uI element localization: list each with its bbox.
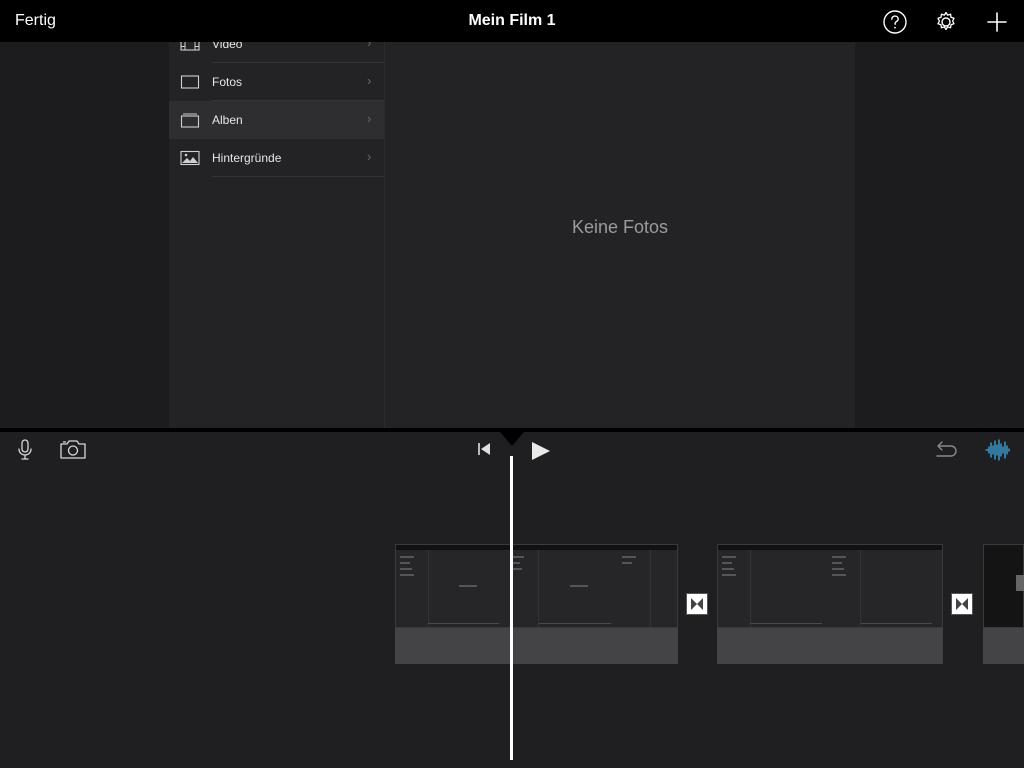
audio-waveform-icon[interactable] — [985, 438, 1011, 462]
photo-frame-icon — [180, 74, 200, 90]
left-margin — [0, 42, 169, 428]
undo-icon[interactable] — [933, 440, 959, 460]
sidebar-item-video[interactable]: Video › — [169, 42, 384, 63]
sidebar-item-backgrounds[interactable]: Hintergründe › — [169, 139, 384, 177]
media-browser: Video › Fotos › Alben › Hintergründe › K… — [0, 42, 1024, 428]
sidebar-item-label: Fotos — [212, 75, 243, 89]
timeline-clip[interactable] — [395, 544, 678, 664]
timeline-clip[interactable] — [717, 544, 943, 664]
right-margin — [855, 42, 1024, 428]
help-icon[interactable] — [882, 9, 908, 35]
landscape-icon — [180, 150, 200, 166]
transition-icon[interactable] — [686, 593, 708, 615]
gear-icon[interactable] — [933, 9, 959, 35]
skip-to-start-icon[interactable] — [476, 441, 492, 457]
play-icon[interactable] — [530, 440, 552, 462]
timeline[interactable] — [0, 432, 1024, 768]
top-bar: Fertig Mein Film 1 — [0, 0, 1024, 42]
media-content: Keine Fotos — [385, 42, 855, 428]
clip-audio-track — [983, 628, 1024, 664]
separator — [212, 176, 384, 177]
sidebar-item-photos[interactable]: Fotos › — [169, 63, 384, 101]
sidebar-item-albums[interactable]: Alben › — [169, 101, 384, 139]
clip-thumbnail — [983, 544, 1024, 628]
empty-state-text: Keine Fotos — [571, 217, 669, 237]
playhead-marker — [500, 432, 524, 446]
clip-audio-track — [395, 628, 678, 664]
chevron-right-icon: › — [367, 73, 372, 88]
album-icon — [180, 112, 200, 128]
clip-thumbnail — [717, 544, 943, 628]
clip-audio-track — [717, 628, 943, 664]
sidebar-item-label: Hintergründe — [212, 151, 282, 165]
microphone-icon[interactable] — [15, 438, 35, 462]
film-icon — [180, 42, 200, 52]
chevron-right-icon: › — [367, 42, 372, 50]
chevron-right-icon: › — [367, 111, 372, 126]
clip-thumbnail — [395, 544, 678, 628]
project-title: Mein Film 1 — [468, 12, 556, 29]
plus-icon[interactable] — [984, 9, 1010, 35]
done-button[interactable]: Fertig — [15, 12, 56, 30]
playhead — [510, 456, 513, 760]
camera-icon[interactable] — [59, 438, 87, 460]
sidebar-item-label: Video — [212, 42, 243, 51]
timeline-clip[interactable] — [983, 544, 1024, 664]
sidebar-item-label: Alben — [212, 113, 243, 127]
media-sidebar: Video › Fotos › Alben › Hintergründe › — [169, 42, 385, 428]
transition-icon[interactable] — [951, 593, 973, 615]
chevron-right-icon: › — [367, 149, 372, 164]
